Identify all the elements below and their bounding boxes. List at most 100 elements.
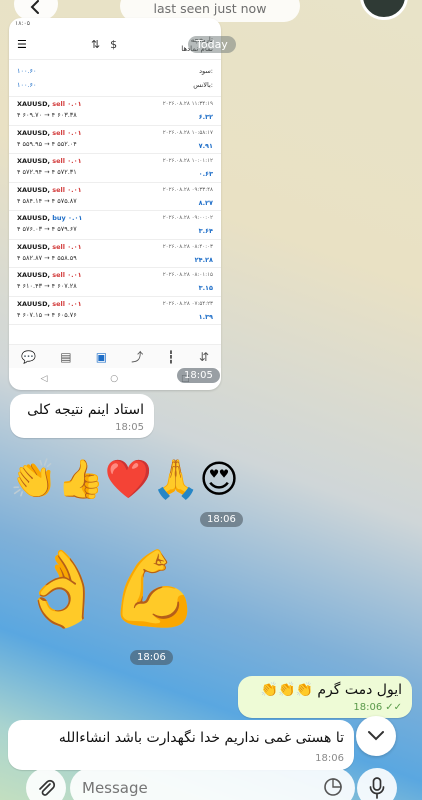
message-input[interactable] (82, 776, 302, 800)
trade-profit: ۲۴.۲۸ (194, 255, 213, 264)
trade-icon: ⤴ (131, 350, 144, 364)
sort-icon: ⇅ (90, 38, 101, 51)
trade-side: sell (52, 271, 65, 279)
trade-date: ۲۰۲۶.۰۸.۲۸ ۰۹:۳۳:۴۸ (162, 186, 213, 193)
trade-volume: ۰.۰۱ (67, 271, 82, 279)
profit-value: ۱۰۰.۶۰ (17, 67, 37, 75)
message-meta: 18:06 ✓✓ (353, 702, 402, 713)
menu-icon: ☰ (17, 38, 27, 51)
trade-row: XAUUSD, sell ۰.۰۱ ۴ ۵۸۴.۱۴ → ۴ ۵۷۵.۸۷ ۲۰۲۶… (9, 183, 221, 211)
microphone-icon (369, 777, 385, 799)
avatar[interactable] (360, 0, 408, 20)
trade-symbol-text: XAUUSD, (17, 299, 50, 308)
message-time: 18:06 (200, 512, 243, 527)
trade-row: XAUUSD, sell ۰.۰۱ ۴ ۶۰۹.۷۰ → ۴ ۶۰۳.۳۸ ۲۰۲۶… (9, 97, 221, 126)
trade-date: ۲۰۲۶.۰۸.۲۸ ۱۰:۵۸:۱۷ (162, 129, 213, 136)
message-time: 18:05 (177, 368, 220, 383)
paperclip-icon (39, 779, 56, 796)
voice-record-button[interactable] (357, 768, 397, 800)
scroll-down-button[interactable] (356, 716, 396, 756)
trade-profit: ۱.۳۹ (198, 312, 213, 321)
trade-side: sell (52, 100, 65, 108)
balance-label: بالانس: (193, 81, 213, 89)
chevron-down-icon (368, 731, 384, 741)
screenshot-summary: ۱۰۰.۶۰ سود: ۱۰۰.۶۰ بالانس: (9, 60, 221, 97)
trade-row: XAUUSD, sell ۰.۰۱ ۴ ۶۱۰.۴۳ → ۴ ۶۰۷.۲۸ ۲۰۲۶… (9, 268, 221, 297)
message-input-container (70, 768, 355, 800)
trade-prices: ۴ ۶۰۹.۷۰ → ۴ ۶۰۳.۳۸ (17, 111, 77, 119)
sticker-icon[interactable] (323, 777, 343, 800)
trade-date: ۲۰۲۶.۰۸.۲۸ ۱۱:۳۴:۱۹ (162, 101, 213, 107)
message-time: 18:06 (353, 702, 383, 713)
trade-prices: ۴ ۵۵۹.۹۵ → ۴ ۵۵۲.۰۴ (17, 139, 77, 148)
trade-date: ۲۰۲۶.۰۸.۲۸ ۰۸:۰۱:۱۵ (162, 272, 213, 278)
trade-row: XAUUSD, sell ۰.۰۱ ۴ ۵۸۲.۸۷ → ۴ ۵۵۸.۵۹ ۲۰۲۶… (9, 240, 221, 268)
trade-date: ۲۰۲۶.۰۸.۲۸ ۰۷:۵۴:۲۳ (162, 300, 213, 307)
screenshot-toolbar-icons: ⇅ $ (91, 38, 117, 51)
trade-symbol-text: XAUUSD, (17, 242, 50, 251)
screenshot-tabbar: 💬 ▤ ▣ ⤴ ┇ ⇵ (9, 344, 221, 368)
trade-side: sell (52, 242, 65, 251)
trade-side: sell (52, 128, 65, 137)
message-time: 18:05 (115, 422, 144, 433)
incoming-message[interactable]: استاد اینم نتیجه کلی 18:05 (10, 394, 154, 438)
trade-date: ۲۰۲۶.۰۸.۲۸ ۱۰:۰۱:۱۲ (162, 158, 213, 164)
trade-profit: ۰.۶۳ (198, 170, 213, 178)
trade-side: sell (52, 299, 65, 308)
trade-row: XAUUSD, sell ۰.۰۱ ۴ ۵۵۹.۹۵ → ۴ ۵۵۲.۰۴ ۲۰۲۶… (9, 126, 221, 154)
trade-prices: ۴ ۶۰۷.۱۵ → ۴ ۶۰۵.۷۶ (17, 310, 77, 319)
screenshot-statusbar: ۱۸:۰۵ (9, 18, 221, 30)
emoji-message[interactable]: 👌💪 (16, 552, 200, 626)
trade-prices: ۴ ۵۷۲.۹۴ → ۴ ۵۷۲.۳۱ (17, 168, 77, 176)
trade-profit: ۶.۳۲ (198, 113, 213, 121)
trade-profit: ۳.۱۵ (198, 284, 213, 292)
message-text: تا هستی غمی نداریم خدا نگهدارت باشد انشا… (58, 730, 344, 746)
balance-value: ۱۰۰.۶۰ (17, 81, 37, 89)
trade-symbol-text: XAUUSD, (17, 128, 50, 137)
back-button[interactable] (14, 0, 58, 20)
trades-list: XAUUSD, sell ۰.۰۱ ۴ ۶۰۹.۷۰ → ۴ ۶۰۳.۳۸ ۲۰۲۶… (9, 97, 221, 325)
nav-back-icon: ◁ (40, 374, 48, 384)
history-icon: ▣ (95, 349, 108, 364)
trade-volume: ۰.۰۱ (67, 299, 82, 308)
trade-row: XAUUSD, sell ۰.۰۱ ۴ ۶۰۷.۱۵ → ۴ ۶۰۵.۷۶ ۲۰۲۶… (9, 297, 221, 325)
trade-row: XAUUSD, sell ۰.۰۱ ۴ ۵۷۲.۹۴ → ۴ ۵۷۲.۳۱ ۲۰۲۶… (9, 154, 221, 183)
trade-prices: ۴ ۵۸۲.۸۷ → ۴ ۵۵۸.۵۹ (17, 253, 77, 262)
date-chip: Today (188, 36, 236, 53)
trade-volume: ۰.۰۱ (67, 242, 82, 251)
profit-label: سود: (199, 67, 213, 75)
trade-symbol-text: XAUUSD, (17, 157, 50, 165)
trade-date: ۲۰۲۶.۰۸.۲۸ ۰۹:۰۰:۰۲ (162, 215, 213, 221)
message-time: 18:06 (130, 650, 173, 665)
outgoing-message[interactable]: ایول دمت گرم 👏👏👏 18:06 ✓✓ (238, 676, 412, 718)
trade-prices: ۴ ۶۱۰.۴۳ → ۴ ۶۰۷.۲۸ (17, 282, 77, 290)
message-text: ایول دمت گرم 👏👏👏 (260, 682, 402, 698)
attach-button[interactable] (26, 768, 66, 800)
trade-symbol-text: XAUUSD, (17, 185, 50, 194)
news-icon: ▤ (60, 349, 72, 364)
trade-profit: ۳.۶۴ (198, 227, 213, 235)
trade-symbol-text: XAUUSD, (17, 100, 50, 108)
dollar-icon: $ (110, 38, 118, 51)
trade-side: buy (52, 214, 66, 222)
chat-icon: 💬 (21, 349, 37, 364)
trade-row: XAUUSD, buy ۰.۰۱ ۴ ۵۷۶.۰۳ → ۴ ۵۷۹.۶۷ ۲۰۲۶.… (9, 211, 221, 240)
incoming-message[interactable]: تا هستی غمی نداریم خدا نگهدارت باشد انشا… (8, 720, 354, 770)
emoji-message[interactable]: 👏👍❤️🙏😍 (10, 460, 239, 498)
screenshot-clock: ۱۸:۰۵ (15, 20, 30, 27)
trade-date: ۲۰۲۶.۰۸.۲۸ ۰۸:۴۰:۰۳ (162, 243, 213, 250)
trade-prices: ۴ ۵۷۶.۰۳ → ۴ ۵۷۹.۶۷ (17, 225, 77, 233)
chart-icon: ┇ (167, 349, 175, 364)
trade-symbol-text: XAUUSD, (17, 214, 50, 222)
trade-volume: ۰.۰۱ (67, 185, 82, 194)
double-check-icon: ✓✓ (385, 702, 402, 713)
image-message[interactable]: ۱۸:۰۵ ☰ ⇅ $ تاریخچه تمام نمادها ۱۰۰.۶۰سو… (9, 18, 221, 390)
chevron-left-icon (30, 0, 39, 14)
trade-volume: ۰.۰۱ (67, 157, 82, 165)
trade-volume: ۰.۰۱ (67, 128, 82, 137)
trade-side: sell (52, 157, 65, 165)
trade-symbol-text: XAUUSD, (17, 271, 50, 279)
trade-profit: ۸.۲۷ (198, 198, 213, 207)
trade-profit: ۷.۹۱ (198, 141, 213, 150)
message-time: 18:06 (315, 753, 344, 764)
